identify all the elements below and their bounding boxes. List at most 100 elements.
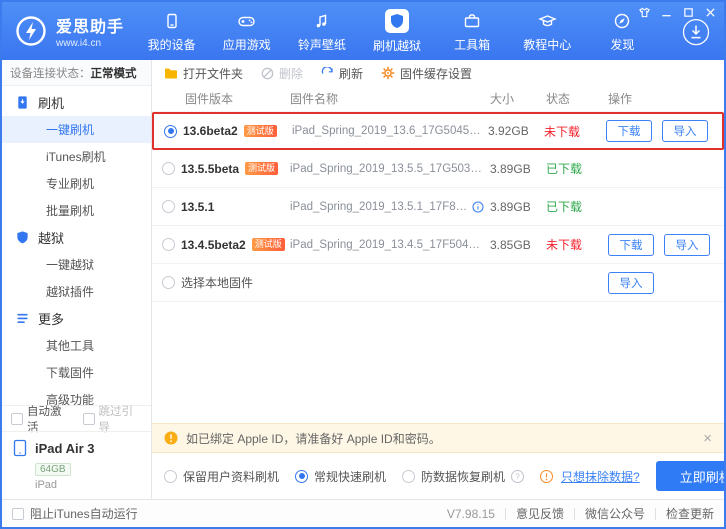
gear-icon	[381, 66, 395, 80]
firmware-version: 13.5.5beta	[181, 161, 240, 176]
app-title: 爱思助手	[56, 19, 125, 36]
column-name: 固件名称	[290, 92, 339, 106]
local-firmware-label: 选择本地固件	[181, 276, 254, 290]
check-update-link[interactable]: 检查更新	[666, 505, 714, 522]
sidebar-item-onekey-flash[interactable]: 一键刷机	[2, 116, 151, 143]
skip-guide-checkbox[interactable]: 跳过引导	[82, 403, 143, 435]
column-version: 固件版本	[185, 92, 234, 106]
nav-apps-games[interactable]: 应用游戏	[209, 10, 284, 53]
firmware-name: iPad_Spring_2019_13.6_17G5045c_Restore.i…	[292, 125, 482, 137]
sidebar-item-onekey-jailbreak[interactable]: 一键越狱	[2, 251, 151, 278]
table-row[interactable]: 13.5.1 iPad_Spring_2019_13.5.1_17F80_Res…	[152, 188, 724, 226]
app-url: www.i4.cn	[56, 38, 102, 49]
import-button[interactable]: 导入	[608, 271, 654, 294]
open-folder-button[interactable]: 打开文件夹	[164, 65, 243, 82]
checkbox-icon	[12, 507, 24, 520]
device-model: iPad	[35, 479, 58, 491]
sidebar-item-pro-flash[interactable]: 专业刷机	[2, 170, 151, 197]
firmware-size: 3.89GB	[490, 161, 531, 176]
skin-icon[interactable]	[639, 7, 650, 18]
firmware-radio[interactable]	[162, 200, 175, 213]
download-button[interactable]: 下载	[606, 120, 652, 142]
download-button[interactable]: 下载	[608, 233, 654, 256]
nav-ringtones-wallpapers[interactable]: 铃声壁纸	[284, 10, 359, 53]
sidebar-section-flash[interactable]: 刷机	[2, 89, 151, 116]
block-itunes-checkbox[interactable]: 阻止iTunes自动运行	[12, 505, 138, 522]
sidebar-item-download-firmware[interactable]: 下载固件	[2, 359, 151, 386]
table-row[interactable]: 选择本地固件 导入	[152, 264, 724, 302]
divider	[504, 507, 506, 520]
window-controls	[639, 7, 716, 18]
main-nav: 我的设备 应用游戏 铃声壁纸 刷机越狱 工具箱 教程中心 发现	[134, 2, 660, 60]
maximize-icon[interactable]	[683, 7, 694, 18]
delete-button[interactable]: 删除	[261, 65, 303, 82]
close-notice-icon[interactable]: ×	[703, 431, 712, 446]
table-row[interactable]: 13.5.5beta 测试版 iPad_Spring_2019_13.5.5_1…	[152, 150, 724, 188]
nav-flash-jailbreak[interactable]: 刷机越狱	[359, 8, 434, 54]
capacity-badge: 64GB	[35, 463, 71, 476]
firmware-name: iPad_Spring_2019_13.5.1_17F80_Restore.ip…	[290, 200, 468, 213]
app-logo: 爱思助手 www.i4.cn	[2, 13, 134, 49]
local-firmware-radio[interactable]	[162, 276, 175, 289]
checkbox-icon	[11, 412, 23, 425]
firmware-radio[interactable]	[162, 238, 175, 251]
info-icon[interactable]	[472, 200, 484, 213]
firmware-radio[interactable]	[162, 162, 175, 175]
nav-my-devices[interactable]: 我的设备	[134, 10, 209, 53]
shield-flash-icon	[385, 8, 409, 33]
close-icon[interactable]	[705, 7, 716, 18]
table-row[interactable]: 13.6beta2 测试版 iPad_Spring_2019_13.6_17G5…	[152, 112, 724, 150]
firmware-name: iPad_Spring_2019_13.4.5_17F5044d_Restore…	[290, 238, 484, 251]
option-keep-user-data[interactable]: 保留用户资料刷机	[164, 468, 279, 485]
refresh-button[interactable]: 刷新	[321, 65, 363, 82]
sidebar-item-other-tools[interactable]: 其他工具	[2, 332, 151, 359]
ipad-icon	[12, 439, 28, 457]
beta-badge: 测试版	[251, 238, 285, 251]
import-button[interactable]: 导入	[664, 233, 710, 256]
firmware-size: 3.89GB	[490, 199, 531, 214]
app-version: V7.98.15	[446, 506, 495, 521]
nav-toolbox[interactable]: 工具箱	[435, 10, 510, 53]
nav-tutorial-center[interactable]: 教程中心	[510, 10, 585, 53]
cache-settings-button[interactable]: 固件缓存设置	[381, 65, 472, 82]
sidebar-section-jailbreak[interactable]: 越狱	[2, 224, 151, 251]
sidebar: 设备连接状态：正常模式 刷机 一键刷机 iTunes刷机 专业刷机 批量刷机	[2, 60, 152, 499]
import-button[interactable]: 导入	[662, 120, 708, 142]
gamepad-icon	[237, 10, 256, 32]
firmware-name: iPad_Spring_2019_13.5.5_17G5035d_Restore…	[290, 162, 484, 175]
sidebar-item-jailbreak-plugins[interactable]: 越狱插件	[2, 278, 151, 305]
beta-badge: 测试版	[243, 124, 277, 138]
help-icon[interactable]: ?	[511, 469, 525, 483]
graduation-cap-icon	[537, 10, 557, 32]
sidebar-item-itunes-flash[interactable]: iTunes刷机	[2, 143, 151, 170]
wechat-link[interactable]: 微信公众号	[585, 505, 645, 522]
option-normal-quick-flash[interactable]: 常规快速刷机	[295, 468, 386, 485]
erase-data-link[interactable]: 只想抹除数据?	[561, 468, 640, 485]
auto-activate-checkbox[interactable]: 自动激活	[11, 403, 71, 435]
table-header: 固件版本 固件名称 大小 状态 操作	[152, 86, 724, 112]
feedback-link[interactable]: 意见反馈	[516, 505, 564, 522]
firmware-size: 3.92GB	[488, 124, 529, 138]
i4-logo-icon	[14, 14, 48, 48]
prohibit-icon	[261, 67, 274, 80]
table-row[interactable]: 13.4.5beta2 测试版 iPad_Spring_2019_13.4.5_…	[152, 226, 724, 264]
option-anti-data-recovery[interactable]: 防数据恢复刷机 ?	[402, 468, 525, 485]
download-manager-button[interactable]	[682, 18, 710, 46]
erase-info-icon	[540, 469, 554, 483]
firmware-radio[interactable]	[164, 124, 177, 138]
checkbox-icon	[82, 412, 95, 425]
option-radio	[402, 469, 416, 483]
option-radio	[164, 469, 177, 483]
flash-section-icon	[15, 95, 30, 110]
sidebar-item-batch-flash[interactable]: 批量刷机	[2, 197, 151, 224]
notice-text: 如已绑定 Apple ID，请准备好 Apple ID和密码。	[186, 431, 441, 446]
sidebar-checkboxes: 自动激活 跳过引导	[2, 405, 151, 434]
sidebar-section-more[interactable]: 更多	[2, 305, 151, 332]
firmware-status: 未下载	[544, 124, 581, 139]
flash-now-button[interactable]: 立即刷机	[655, 461, 724, 491]
minimize-icon[interactable]	[661, 7, 672, 18]
main-content: 打开文件夹 删除 刷新 固件缓存设置 固件版本 固件名称 大小 状态 操作 13…	[152, 60, 724, 499]
music-note-icon	[313, 10, 331, 32]
firmware-status: 未下载	[546, 238, 583, 252]
svg-text:?: ?	[515, 472, 520, 481]
